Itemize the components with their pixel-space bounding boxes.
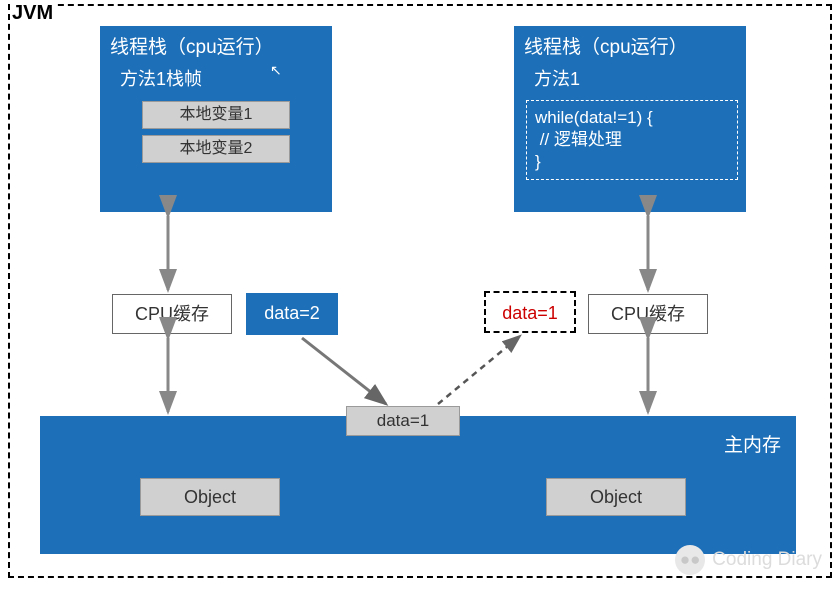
watermark-text: Coding Diary xyxy=(712,549,822,571)
stack-frame-label-right: 方法1 xyxy=(514,61,746,95)
memory-data-value: data=1 xyxy=(346,406,460,436)
cpu-cache-right: CPU缓存 xyxy=(588,294,708,334)
jvm-label: JVM xyxy=(10,2,55,25)
data-value-left: data=2 xyxy=(246,293,338,335)
local-var-1: 本地变量1 xyxy=(142,101,290,129)
cpu-cache-left: CPU缓存 xyxy=(112,294,232,334)
thread-stack-right-title: 线程栈（cpu运行） xyxy=(514,26,746,61)
thread-stack-left: 线程栈（cpu运行） 方法1栈帧 本地变量1 本地变量2 xyxy=(100,26,332,212)
cursor-icon: ↖ xyxy=(270,62,282,79)
watermark: ●● Coding Diary xyxy=(675,545,822,575)
thread-stack-left-title: 线程栈（cpu运行） xyxy=(100,26,332,61)
object-right: Object xyxy=(546,478,686,516)
local-var-2: 本地变量2 xyxy=(142,135,290,163)
object-left: Object xyxy=(140,478,280,516)
wechat-icon: ●● xyxy=(675,545,705,575)
main-memory-label: 主内存 xyxy=(724,430,781,457)
stack-frame-label-left: 方法1栈帧 xyxy=(100,61,332,95)
data-value-right: data=1 xyxy=(484,291,576,333)
code-block: while(data!=1) { // 逻辑处理 } xyxy=(526,100,738,180)
